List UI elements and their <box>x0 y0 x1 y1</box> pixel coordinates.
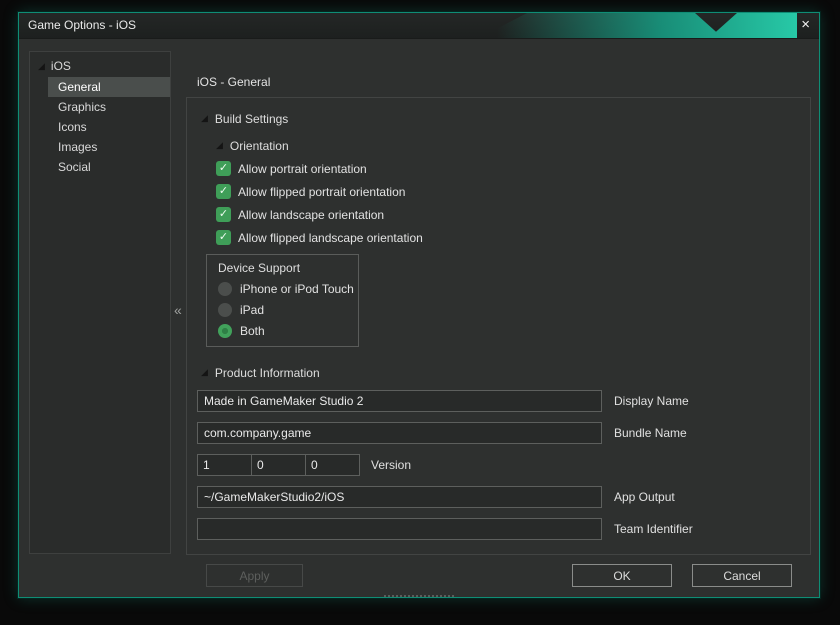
orientation-header[interactable]: ◢ Orientation <box>216 138 796 153</box>
titlebar-accent-swoosh <box>497 13 797 39</box>
product-information-label: Product Information <box>215 366 320 380</box>
radio-row: iPad <box>218 302 358 317</box>
checkbox-row: ✓ Allow flipped portrait orientation <box>216 184 796 199</box>
bundle-name-label: Bundle Name <box>614 426 687 440</box>
app-output-input[interactable] <box>197 486 602 508</box>
expander-icon[interactable]: ◢ <box>38 62 45 71</box>
product-information-fields: Display Name Bundle Name Version App Out… <box>197 390 796 540</box>
product-information-header[interactable]: ◢ Product Information <box>201 365 796 380</box>
check-icon: ✓ <box>219 232 228 243</box>
team-identifier-label: Team Identifier <box>614 522 693 536</box>
field-row: Team Identifier <box>197 518 796 540</box>
display-name-input[interactable] <box>197 390 602 412</box>
checkbox-allow-flipped-portrait[interactable]: ✓ <box>216 184 231 199</box>
team-identifier-input[interactable] <box>197 518 602 540</box>
window-title: Game Options - iOS <box>28 13 136 38</box>
apply-button[interactable]: Apply <box>206 564 303 587</box>
checkbox-label: Allow flipped portrait orientation <box>238 185 405 199</box>
sidebar-item-graphics[interactable]: Graphics <box>48 97 170 117</box>
field-row: Bundle Name <box>197 422 796 444</box>
checkbox-allow-portrait[interactable]: ✓ <box>216 161 231 176</box>
check-icon: ✓ <box>219 163 228 174</box>
app-output-label: App Output <box>614 490 675 504</box>
sidebar-item-images[interactable]: Images <box>48 137 170 157</box>
version-major-input[interactable] <box>197 454 252 476</box>
orientation-label: Orientation <box>230 139 289 153</box>
check-icon: ✓ <box>219 209 228 220</box>
panel-header: iOS - General <box>197 75 270 89</box>
orientation-section: ◢ Orientation ✓ Allow portrait orientati… <box>216 138 796 245</box>
version-minor-input[interactable] <box>251 454 306 476</box>
expander-icon[interactable]: ◢ <box>201 368 208 377</box>
version-build-input[interactable] <box>305 454 360 476</box>
titlebar[interactable]: Game Options - iOS × <box>19 13 819 39</box>
field-row: Version <box>197 454 796 476</box>
field-row: Display Name <box>197 390 796 412</box>
tree-root-ios[interactable]: ◢ iOS <box>30 57 170 77</box>
check-icon: ✓ <box>219 186 228 197</box>
checkbox-allow-landscape[interactable]: ✓ <box>216 207 231 222</box>
checkbox-allow-flipped-landscape[interactable]: ✓ <box>216 230 231 245</box>
resize-grip[interactable] <box>384 595 454 597</box>
checkbox-row: ✓ Allow landscape orientation <box>216 207 796 222</box>
display-name-label: Display Name <box>614 394 689 408</box>
checkbox-row: ✓ Allow flipped landscape orientation <box>216 230 796 245</box>
checkbox-row: ✓ Allow portrait orientation <box>216 161 796 176</box>
sidebar-item-icons[interactable]: Icons <box>48 117 170 137</box>
radio-iphone-ipod[interactable] <box>218 282 232 296</box>
radio-label: iPad <box>240 303 264 317</box>
expander-icon[interactable]: ◢ <box>201 114 208 123</box>
game-options-window: Game Options - iOS × ◢ iOS General Graph… <box>18 12 820 598</box>
sidebar-item-social[interactable]: Social <box>48 157 170 177</box>
close-icon[interactable]: × <box>801 13 810 37</box>
device-support-title: Device Support <box>218 261 358 275</box>
settings-panel: ◢ Build Settings ◢ Orientation ✓ Allow p… <box>186 97 811 555</box>
field-row: App Output <box>197 486 796 508</box>
radio-label: iPhone or iPod Touch <box>240 282 354 296</box>
version-label: Version <box>371 458 411 472</box>
build-settings-header[interactable]: ◢ Build Settings <box>201 111 796 126</box>
collapse-sidebar-icon[interactable]: « <box>174 302 182 318</box>
radio-both[interactable] <box>218 324 232 338</box>
sidebar-tree: ◢ iOS General Graphics Icons Images Soci… <box>29 51 171 554</box>
radio-row: Both <box>218 323 358 338</box>
bundle-name-input[interactable] <box>197 422 602 444</box>
checkbox-label: Allow flipped landscape orientation <box>238 231 423 245</box>
sidebar-item-general[interactable]: General <box>48 77 170 97</box>
radio-label: Both <box>240 324 265 338</box>
expander-icon[interactable]: ◢ <box>216 141 223 150</box>
checkbox-label: Allow portrait orientation <box>238 162 367 176</box>
build-settings-label: Build Settings <box>215 112 288 126</box>
cancel-button[interactable]: Cancel <box>692 564 792 587</box>
device-support-group: Device Support iPhone or iPod Touch iPad… <box>206 254 359 347</box>
radio-ipad[interactable] <box>218 303 232 317</box>
radio-row: iPhone or iPod Touch <box>218 281 358 296</box>
checkbox-label: Allow landscape orientation <box>238 208 384 222</box>
ok-button[interactable]: OK <box>572 564 672 587</box>
tree-root-label: iOS <box>51 59 71 73</box>
